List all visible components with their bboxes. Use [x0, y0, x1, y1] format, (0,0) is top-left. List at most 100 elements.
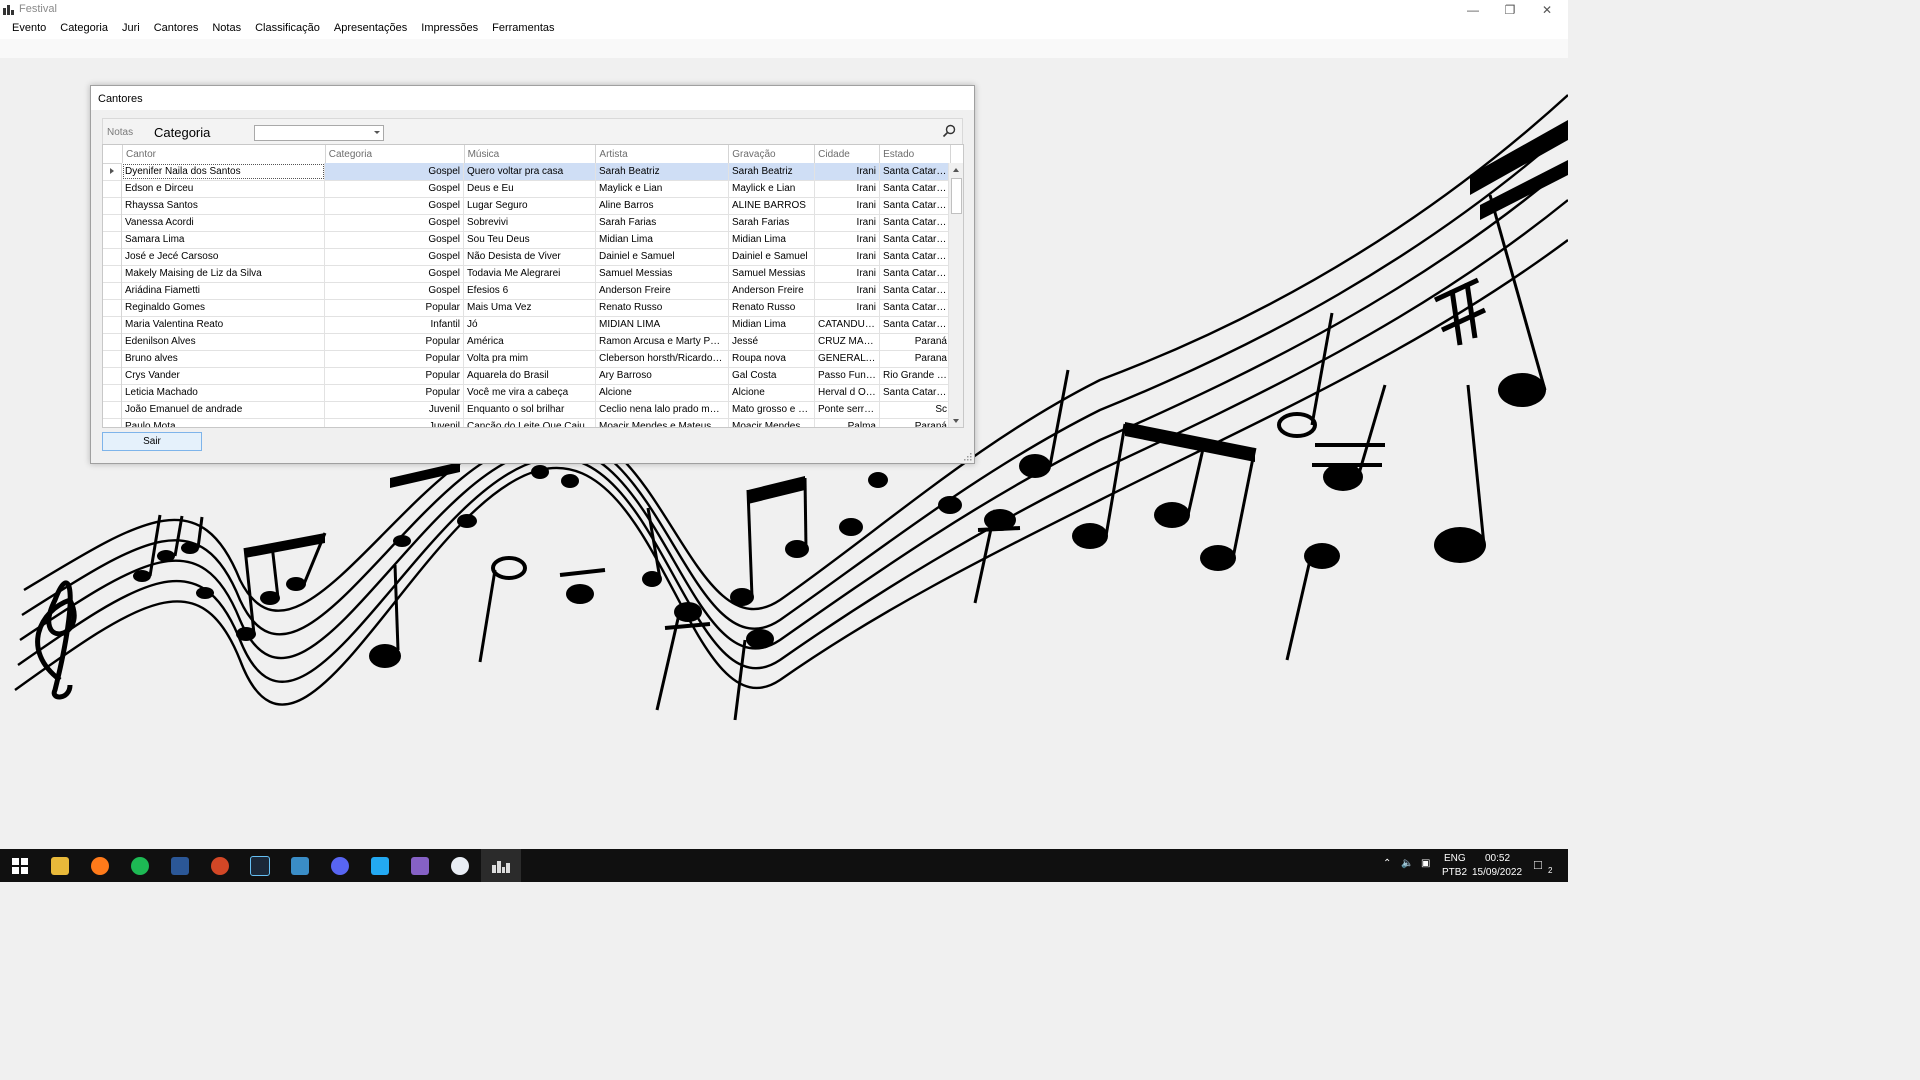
- column-header-musica[interactable]: Música: [465, 145, 597, 163]
- column-header-estado[interactable]: Estado: [880, 145, 951, 163]
- menu-impressoes[interactable]: Impressões: [414, 19, 485, 39]
- column-header-cidade[interactable]: Cidade: [815, 145, 881, 163]
- cell-cantor[interactable]: Leticia Machado: [122, 384, 325, 401]
- cell-categoria[interactable]: Gospel: [325, 163, 464, 180]
- menu-juri[interactable]: Juri: [115, 19, 147, 39]
- cell-estado[interactable]: Santa Catarina: [880, 265, 951, 282]
- steam-icon[interactable]: [240, 849, 280, 882]
- cell-musica[interactable]: América: [464, 333, 596, 350]
- cell-categoria[interactable]: Popular: [325, 367, 464, 384]
- cell-categoria[interactable]: Gospel: [325, 231, 464, 248]
- cell-musica[interactable]: Quero voltar pra casa: [464, 163, 596, 180]
- tray-chevron-up-icon[interactable]: ⌃: [1383, 858, 1391, 869]
- cell-musica[interactable]: Jó: [464, 316, 596, 333]
- row-header[interactable]: [103, 163, 122, 180]
- cell-artista[interactable]: Sarah Farias: [596, 214, 729, 231]
- cell-musica[interactable]: Todavia Me Alegrarei: [464, 265, 596, 282]
- table-row[interactable]: José e Jecé Carsoso Gospel Não Desista de …: [103, 248, 951, 266]
- cell-artista[interactable]: Aline Barros: [596, 197, 729, 214]
- cell-categoria[interactable]: Juvenil: [325, 418, 464, 427]
- cell-cidade[interactable]: Palma: [815, 418, 880, 427]
- table-row[interactable]: Reginaldo Gomes Popular Mais Uma Vez Renato…: [103, 299, 951, 317]
- cell-categoria[interactable]: Popular: [325, 350, 464, 367]
- cell-categoria[interactable]: Popular: [325, 299, 464, 316]
- cell-estado[interactable]: Santa Catarina: [880, 197, 951, 214]
- cell-gravacao[interactable]: Jessé: [729, 333, 815, 350]
- cell-gravacao[interactable]: Renato Russo: [729, 299, 815, 316]
- cell-cantor[interactable]: Makely Maising de Liz da Silva: [122, 265, 325, 282]
- cell-estado[interactable]: Santa Catarina: [880, 316, 951, 333]
- tray-lang[interactable]: ENG: [1444, 853, 1466, 864]
- cell-estado[interactable]: Santa Catarina: [880, 163, 951, 180]
- cell-gravacao[interactable]: Samuel Messias: [729, 265, 815, 282]
- table-row[interactable]: Edson e Dirceu Gospel Deus e Eu Maylick e L…: [103, 180, 951, 198]
- cell-estado[interactable]: Paraná: [880, 333, 951, 350]
- cell-gravacao[interactable]: Roupa nova: [729, 350, 815, 367]
- table-row[interactable]: Paulo Mota Juvenil Canção do Leite Que Cai…: [103, 418, 951, 427]
- cell-cidade[interactable]: Irani: [815, 282, 880, 299]
- cell-gravacao[interactable]: Alcione: [729, 384, 815, 401]
- cell-cidade[interactable]: Irani: [815, 163, 880, 180]
- table-row[interactable]: Crys Vander Popular Aquarela do Brasil Ary …: [103, 367, 951, 385]
- cell-estado[interactable]: Santa Catarina: [880, 384, 951, 401]
- cell-cantor[interactable]: Dyenifer Naila dos Santos: [122, 163, 325, 180]
- cell-categoria[interactable]: Gospel: [325, 197, 464, 214]
- cell-cantor[interactable]: Paulo Mota: [122, 418, 325, 427]
- cell-gravacao[interactable]: Midian Lima: [729, 316, 815, 333]
- cell-gravacao[interactable]: Midian Lima: [729, 231, 815, 248]
- cell-estado[interactable]: Santa Catarina: [880, 231, 951, 248]
- cell-cidade[interactable]: Herval d Oeste: [815, 384, 880, 401]
- column-header-categoria[interactable]: Categoria: [326, 145, 465, 163]
- cell-artista[interactable]: Dainiel e Samuel: [596, 248, 729, 265]
- cell-artista[interactable]: Samuel Messias: [596, 265, 729, 282]
- cell-cidade[interactable]: Irani: [815, 265, 880, 282]
- cell-gravacao[interactable]: Anderson Freire: [729, 282, 815, 299]
- table-row[interactable]: Maria Valentina Reato Infantil Jó MIDIAN LI…: [103, 316, 951, 334]
- scroll-thumb[interactable]: [951, 178, 962, 214]
- cell-cantor[interactable]: Samara Lima: [122, 231, 325, 248]
- menu-ferramentas[interactable]: Ferramentas: [485, 19, 561, 39]
- cell-estado[interactable]: Santa Catarina: [880, 248, 951, 265]
- cell-cantor[interactable]: Bruno alves: [122, 350, 325, 367]
- cell-musica[interactable]: Enquanto o sol brilhar: [464, 401, 596, 418]
- table-row[interactable]: Rhayssa Santos Gospel Lugar Seguro Aline Ba…: [103, 197, 951, 215]
- table-row[interactable]: Edenilson Alves Popular América Ramon Arcus…: [103, 333, 951, 351]
- volume-icon[interactable]: 🔈: [1401, 858, 1413, 869]
- file-explorer-icon[interactable]: [40, 849, 80, 882]
- row-header[interactable]: [103, 418, 122, 427]
- cantores-grid[interactable]: Cantor Categoria Música Artista Gravação…: [102, 144, 964, 428]
- cell-artista[interactable]: Moacir Mendes e Mateus M...: [596, 418, 729, 427]
- row-header[interactable]: [103, 282, 122, 299]
- cell-categoria[interactable]: Gospel: [325, 214, 464, 231]
- cell-estado[interactable]: Paraná: [880, 418, 951, 427]
- cell-artista[interactable]: Ary Barroso: [596, 367, 729, 384]
- cell-musica[interactable]: Lugar Seguro: [464, 197, 596, 214]
- cell-gravacao[interactable]: Sarah Farias: [729, 214, 815, 231]
- row-header[interactable]: [103, 350, 122, 367]
- cell-estado[interactable]: Santa Catarina: [880, 299, 951, 316]
- cell-artista[interactable]: MIDIAN LIMA: [596, 316, 729, 333]
- menu-notas[interactable]: Notas: [205, 19, 248, 39]
- festival-app-taskbar-icon[interactable]: [481, 849, 521, 882]
- scroll-up-button[interactable]: [949, 163, 963, 177]
- cell-cantor[interactable]: José e Jecé Carsoso: [122, 248, 325, 265]
- grid-vertical-scrollbar[interactable]: [948, 163, 963, 427]
- cell-musica[interactable]: Mais Uma Vez: [464, 299, 596, 316]
- cell-cidade[interactable]: CATANDUVAS: [815, 316, 880, 333]
- restore-button[interactable]: ❐: [1492, 0, 1528, 19]
- cell-gravacao[interactable]: Dainiel e Samuel: [729, 248, 815, 265]
- cell-estado[interactable]: Santa Catarina: [880, 282, 951, 299]
- row-header[interactable]: [103, 299, 122, 316]
- cell-artista[interactable]: Alcione: [596, 384, 729, 401]
- cell-categoria[interactable]: Juvenil: [325, 401, 464, 418]
- row-header[interactable]: [103, 231, 122, 248]
- cell-cidade[interactable]: Irani: [815, 214, 880, 231]
- cell-estado[interactable]: Santa Catarina: [880, 180, 951, 197]
- row-header[interactable]: [103, 197, 122, 214]
- cell-cidade[interactable]: Irani: [815, 248, 880, 265]
- cell-cantor[interactable]: João Emanuel de andrade: [122, 401, 325, 418]
- cell-gravacao[interactable]: ALINE BARROS: [729, 197, 815, 214]
- row-header[interactable]: [103, 333, 122, 350]
- windows-start-icon[interactable]: [0, 849, 40, 882]
- cell-cidade[interactable]: Irani: [815, 197, 880, 214]
